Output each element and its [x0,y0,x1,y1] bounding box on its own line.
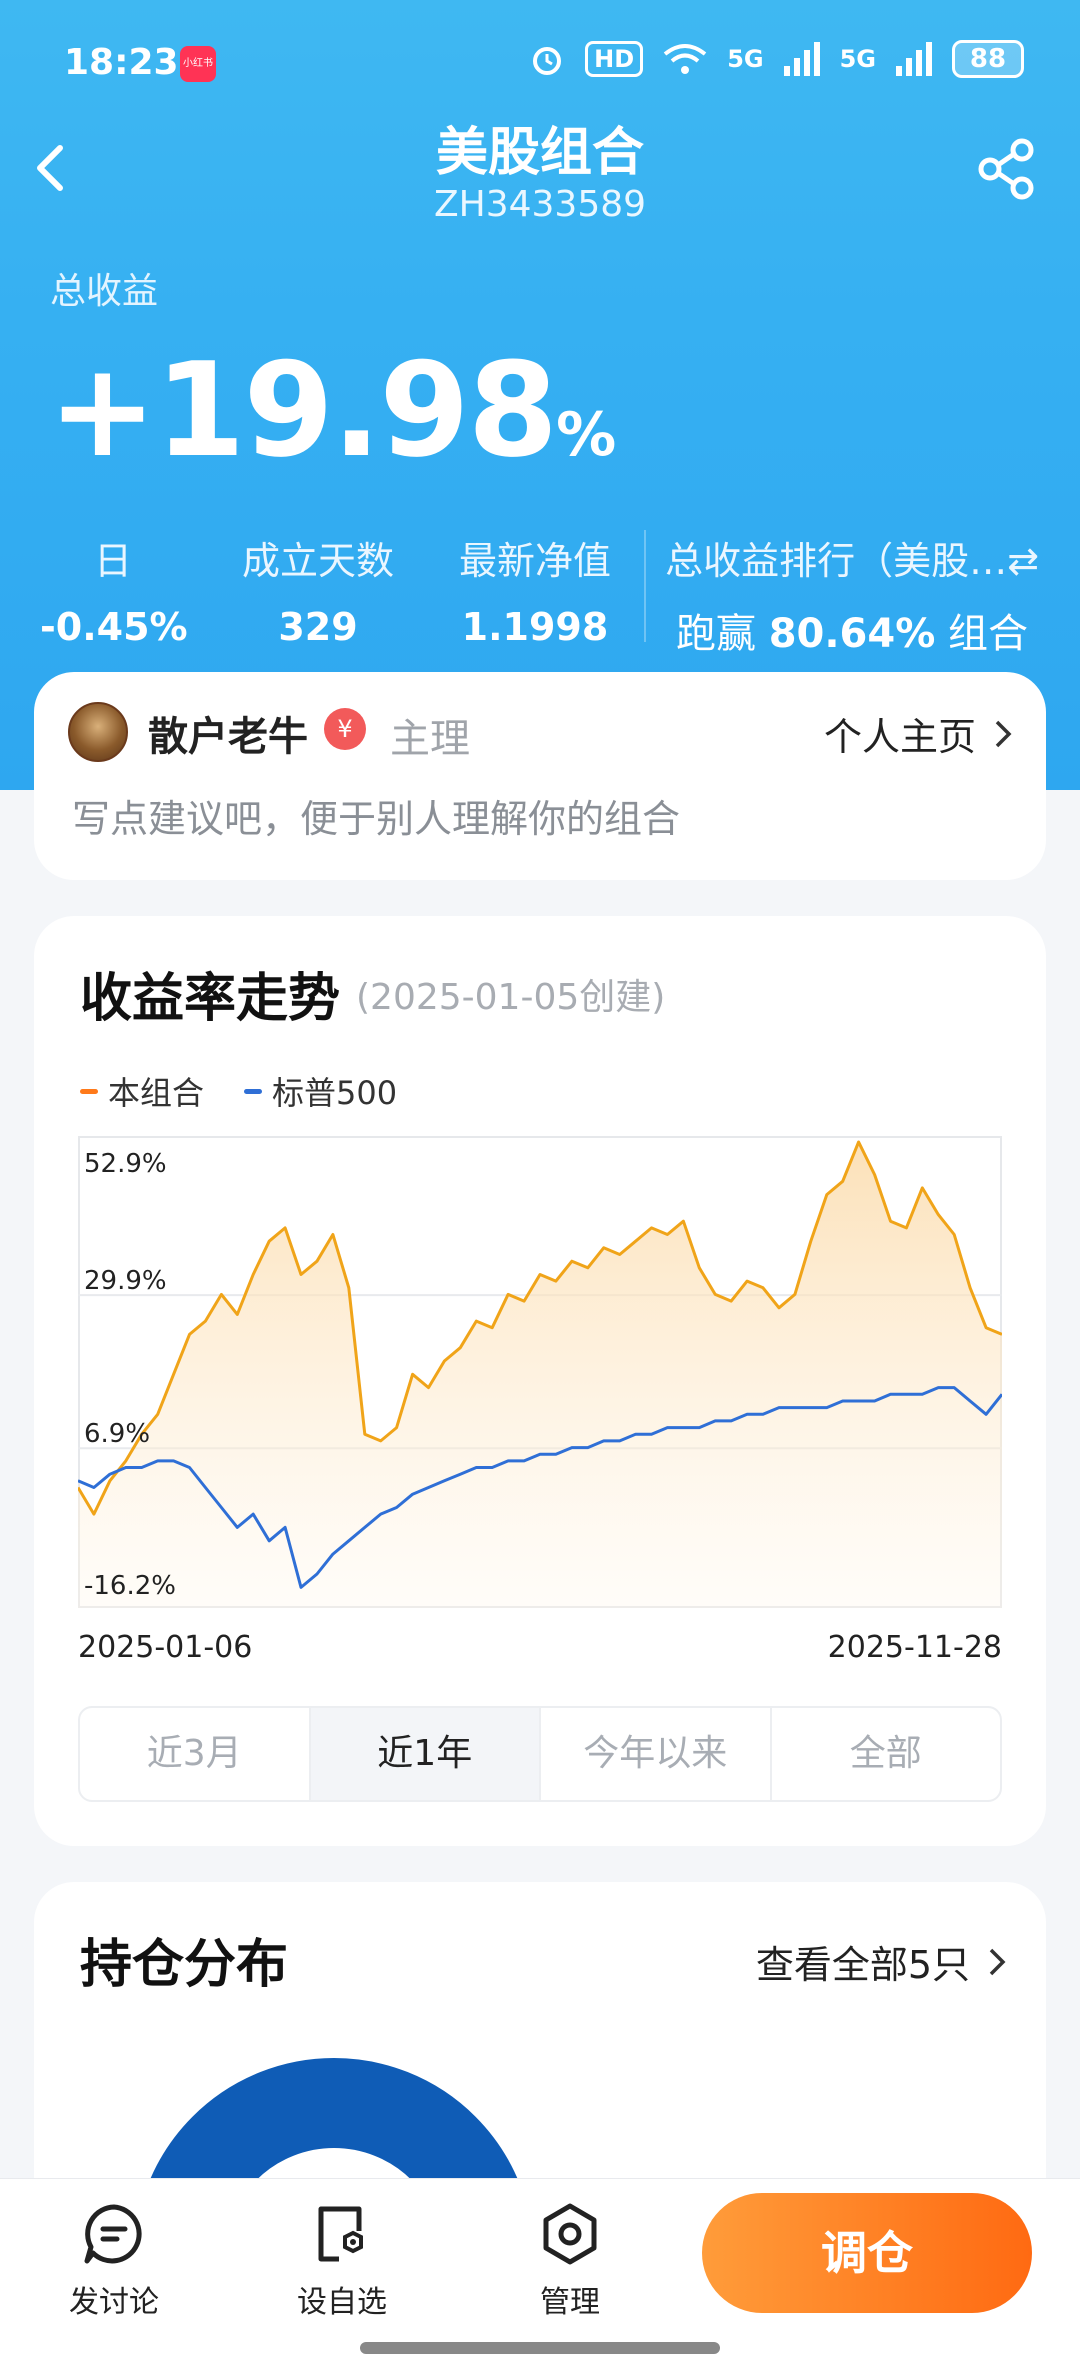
holdings-title: 持仓分布 [80,1935,289,1995]
rank-suffix: 组合 [948,611,1029,657]
watchlist-icon [318,2206,363,2262]
total-return-label: 总收益 [50,271,159,312]
verified-badge-icon: ¥ [324,708,366,750]
x-axis-start-label: 2025-01-06 [78,1630,253,1665]
manage-label: 管理 [540,2285,600,2320]
stat-days-value: 329 [278,605,358,649]
hd-icon: HD [585,41,644,77]
discuss-label: 发讨论 [69,2285,159,2320]
stat-days-label: 成立天数 [241,539,394,583]
stat-divider [644,530,646,642]
rebalance-button[interactable]: 调仓 [702,2193,1032,2313]
settings-icon [543,2203,597,2265]
page-title: 美股组合 [435,123,644,183]
legend-item-portfolio: 本组合 [80,1068,204,1114]
rank-prefix: 跑赢 [675,611,756,657]
share-icon[interactable] [974,136,1040,202]
period-tab[interactable]: 近3月 [80,1708,311,1800]
chart-title: 收益率走势 [80,969,341,1029]
network-5g-label-1: 5G [727,45,764,73]
view-all-label: 查看全部5只 [755,1943,970,1987]
app-notification-icon: 小红书 [180,46,216,82]
period-tabs: 近3月 近1年 今年以来 全部 [78,1706,1002,1802]
homepage-label: 个人主页 [823,715,976,759]
y-tick-label: -16.2% [84,1571,176,1601]
legend-item-sp500: 标普500 [244,1068,397,1114]
return-chart[interactable]: 52.9% 29.9% 6.9% -16.2% [78,1136,1002,1608]
stat-nav-value: 1.1998 [461,605,609,649]
period-tab[interactable]: 近1年 [310,1708,541,1800]
legend-label-sp500: 标普500 [272,1074,398,1112]
summary-stats: 日 -0.45% 成立天数 329 最新净值 1.1998 总收益排行（美股…⇄… [0,530,1080,657]
manager-card: 散户老牛 ¥ 主理 个人主页 写点建议吧，便于别人理解你的组合 [34,672,1046,880]
stat-days: 成立天数 329 [226,530,410,649]
stat-rank-label: 总收益排行（美股…⇄ [665,539,1039,583]
manage-button[interactable]: 管理 [500,2201,640,2321]
watchlist-label: 设自选 [297,2285,387,2320]
total-return-unit: % [556,400,616,470]
discuss-icon [84,2204,142,2264]
chart-legend: 本组合 标普500 [80,1068,397,1114]
chevron-right-icon [989,1948,1006,1975]
signal-icon-1 [783,42,820,76]
chart-created-date: (2025-01-05创建) [356,977,666,1018]
return-trend-card: 收益率走势 (2025-01-05创建) 本组合 标普500 52.9% 29.9… [34,916,1046,1846]
chevron-right-icon [995,720,1012,747]
add-watchlist-button[interactable]: 设自选 [272,2201,412,2321]
rank-percent: 80.64% [768,611,936,657]
wifi-icon [663,44,707,74]
avatar[interactable] [68,702,128,762]
legend-swatch-portfolio [80,1088,98,1094]
network-5g-label-2: 5G [839,45,876,73]
stat-nav-label: 最新净值 [458,539,611,583]
manager-name[interactable]: 散户老牛 [148,704,308,762]
legend-swatch-sp500 [244,1088,263,1094]
battery-icon: 88 [952,40,1024,78]
total-return-number: +19.98 [48,334,558,486]
portfolio-code: ZH3433589 [433,184,647,225]
legend-label-portfolio: 本组合 [108,1074,205,1112]
home-indicator[interactable] [360,2342,720,2354]
signal-icon-2 [896,42,932,76]
view-all-holdings-link[interactable]: 查看全部5只 [756,1934,1006,1989]
portfolio-description[interactable]: 写点建议吧，便于别人理解你的组合 [72,788,680,843]
stat-day: 日 -0.45% [40,530,188,649]
period-tab[interactable]: 今年以来 [541,1708,772,1800]
period-tab[interactable]: 全部 [772,1708,1001,1800]
status-time: 18:23 [64,42,179,83]
y-tick-label: 6.9% [84,1419,150,1449]
stat-day-label: 日 [93,539,132,583]
personal-homepage-link[interactable]: 个人主页 [824,706,1012,761]
status-bar: 18:23 小红书 HD 5G 5G 88 [0,0,1080,120]
y-tick-label: 29.9% [84,1266,167,1296]
discuss-button[interactable]: 发讨论 [44,2201,184,2321]
y-tick-label: 52.9% [84,1149,167,1179]
manager-role: 主理 [390,716,470,762]
alarm-icon [533,47,562,75]
stat-day-value: -0.45% [40,605,188,649]
stat-rank-value: 跑赢 80.64% 组合 [652,601,1052,659]
x-axis-end-label: 2025-11-28 [827,1630,1002,1665]
stat-nav: 最新净值 1.1998 [440,530,630,649]
status-icons: HD 5G 5G 88 [529,40,1024,78]
stat-rank[interactable]: 总收益排行（美股…⇄ 跑赢 80.64% 组合 [652,530,1052,659]
total-return-value: +19.98% [48,334,616,486]
